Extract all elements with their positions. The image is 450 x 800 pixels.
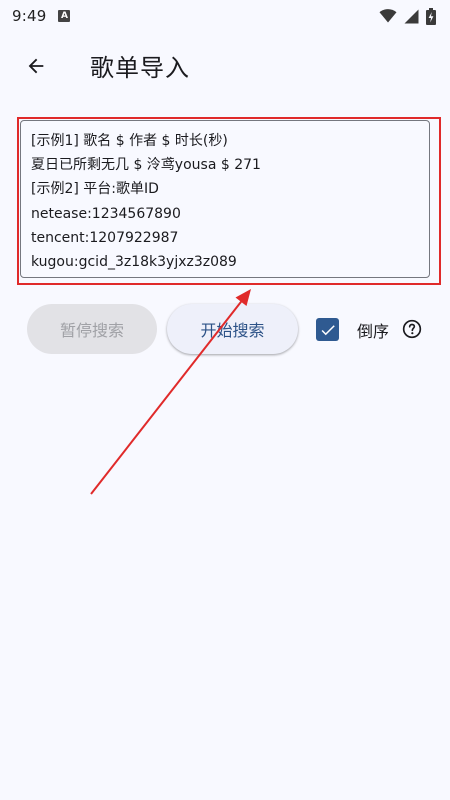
back-button[interactable]: [14, 44, 58, 88]
status-right: [379, 7, 436, 25]
help-circle-icon[interactable]: [402, 319, 422, 339]
check-icon: [321, 324, 335, 335]
reverse-checkbox[interactable]: [316, 318, 339, 341]
start-search-button[interactable]: 开始搜索: [167, 304, 298, 354]
app-bar: 歌单导入: [0, 40, 450, 92]
status-time: 9:49: [12, 7, 47, 25]
input-line: [示例2] 平台:歌单ID: [31, 181, 159, 198]
arrow-left-icon: [28, 58, 44, 74]
input-line: 夏日已所剩无几 $ 泠鸢yousa $ 271: [31, 157, 261, 174]
status-bar: 9:49 A: [0, 0, 450, 32]
battery-icon: [426, 7, 436, 25]
input-line: tencent:1207922987: [31, 229, 179, 246]
input-line: kugou:gcid_3z18k3yjxz3z089: [31, 254, 237, 271]
notification-app-icon: A: [58, 10, 71, 22]
page-title: 歌单导入: [90, 54, 190, 82]
pause-search-button[interactable]: 暂停搜索: [27, 304, 157, 354]
input-line: [示例1] 歌名 $ 作者 $ 时长(秒): [31, 133, 228, 149]
wifi-icon: [379, 9, 397, 23]
signal-icon: [404, 9, 419, 23]
reverse-label: 倒序: [357, 322, 390, 341]
screen: 9:49 A 歌单导入 [示例1] 歌名 $ 作者 $ 时长(秒) 夏日已所剩无…: [0, 0, 450, 800]
input-line: netease:1234567890: [31, 205, 181, 222]
playlist-input[interactable]: [示例1] 歌名 $ 作者 $ 时长(秒) 夏日已所剩无几 $ 泠鸢yousa …: [20, 120, 430, 278]
status-left: 9:49 A: [12, 7, 71, 25]
